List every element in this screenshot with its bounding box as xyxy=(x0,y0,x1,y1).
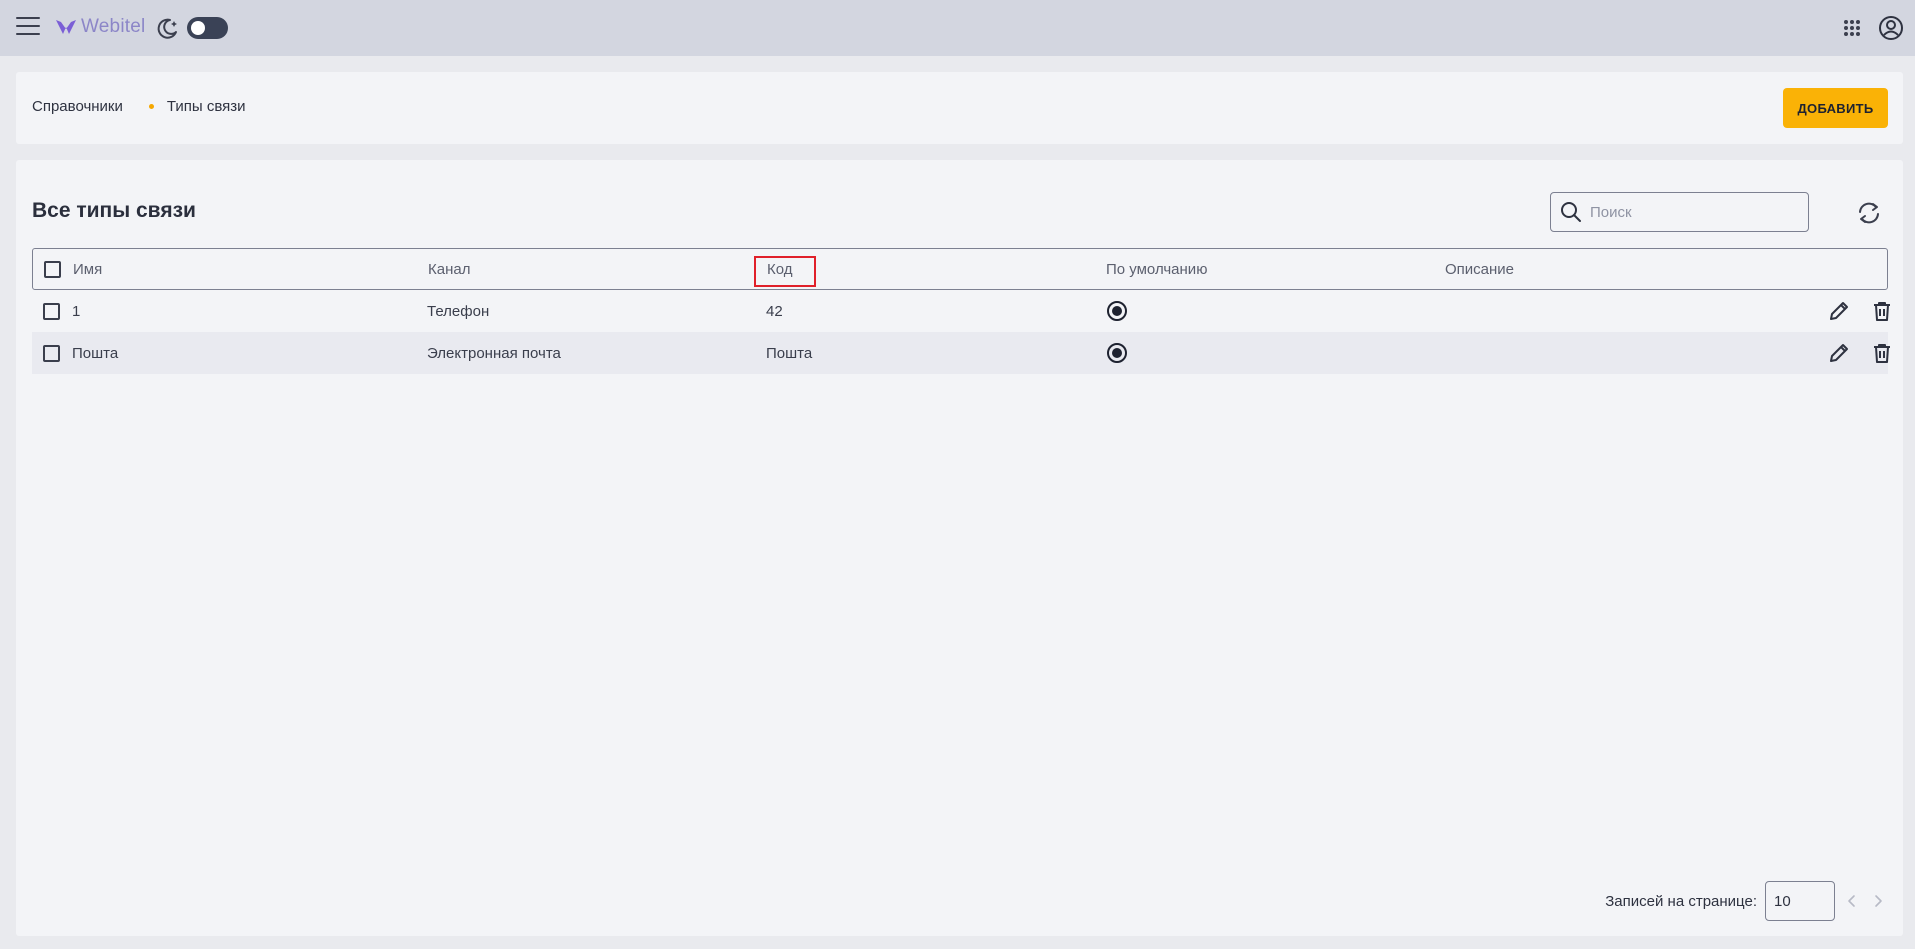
row-select-cell xyxy=(43,332,60,374)
delete-icon[interactable] xyxy=(1871,342,1893,364)
cell-name: Пошта xyxy=(72,344,119,362)
row-checkbox[interactable] xyxy=(43,344,60,362)
edit-icon[interactable] xyxy=(1828,342,1850,364)
breadcrumb: Справочники Типы связи xyxy=(32,98,246,115)
per-page-input[interactable] xyxy=(1765,881,1835,921)
hamburger-icon[interactable] xyxy=(16,17,40,37)
highlight-box xyxy=(754,256,816,287)
table-row[interactable]: 1 Телефон 42 xyxy=(32,290,1890,332)
search-box[interactable] xyxy=(1550,192,1809,232)
logo[interactable]: Webitel xyxy=(55,14,145,40)
select-all-cell xyxy=(44,249,61,289)
section-title: Все типы связи xyxy=(32,199,196,222)
column-header-channel[interactable]: Канал xyxy=(428,249,470,289)
main-panel: Все типы связи Имя Канал Код По умолчани… xyxy=(16,160,1903,936)
cell-default xyxy=(1107,290,1127,332)
edit-icon[interactable] xyxy=(1828,300,1850,322)
breadcrumb-dictionaries[interactable]: Справочники xyxy=(32,98,123,115)
cell-default xyxy=(1107,332,1127,374)
cell-code: Пошта xyxy=(766,344,813,362)
per-page-label: Записей на странице: xyxy=(1605,892,1757,910)
default-radio-icon[interactable] xyxy=(1107,301,1127,321)
search-input[interactable] xyxy=(1590,203,1790,221)
table-header: Имя Канал Код По умолчанию Описание xyxy=(32,248,1888,290)
select-all-checkbox[interactable] xyxy=(44,260,61,278)
cell-code: 42 xyxy=(766,302,783,320)
theme-toggle[interactable] xyxy=(187,17,228,39)
toggle-knob xyxy=(191,21,205,35)
chevron-right-icon[interactable] xyxy=(1869,892,1887,910)
delete-icon[interactable] xyxy=(1871,300,1893,322)
chevron-left-icon[interactable] xyxy=(1843,892,1861,910)
moon-icon xyxy=(157,18,177,39)
row-checkbox[interactable] xyxy=(43,302,60,320)
cell-channel: Телефон xyxy=(427,302,490,320)
row-select-cell xyxy=(43,290,60,332)
breadcrumb-separator xyxy=(148,104,154,109)
apps-grid-icon[interactable] xyxy=(1842,18,1862,38)
add-button[interactable]: ДОБАВИТЬ xyxy=(1783,88,1888,128)
table-row[interactable]: Пошта Электронная почта Пошта xyxy=(32,332,1890,374)
search-icon xyxy=(1561,202,1581,222)
page-header: Справочники Типы связи ДОБАВИТЬ xyxy=(16,72,1903,144)
cell-name: 1 xyxy=(72,302,81,320)
logo-mark-icon xyxy=(56,20,76,34)
refresh-icon[interactable] xyxy=(1856,200,1882,226)
contact-types-table: Имя Канал Код По умолчанию Описание 1 Те… xyxy=(32,248,1890,374)
column-header-default[interactable]: По умолчанию xyxy=(1106,249,1207,289)
cell-channel: Электронная почта xyxy=(427,344,561,362)
logo-text: Webitel xyxy=(81,16,146,37)
default-radio-icon[interactable] xyxy=(1107,343,1127,363)
pagination: Записей на странице: xyxy=(1605,881,1887,921)
breadcrumb-current: Типы связи xyxy=(166,98,246,115)
top-bar: Webitel xyxy=(0,0,1915,56)
column-header-description[interactable]: Описание xyxy=(1445,249,1514,289)
account-icon[interactable] xyxy=(1878,15,1904,41)
column-header-name[interactable]: Имя xyxy=(73,249,102,289)
